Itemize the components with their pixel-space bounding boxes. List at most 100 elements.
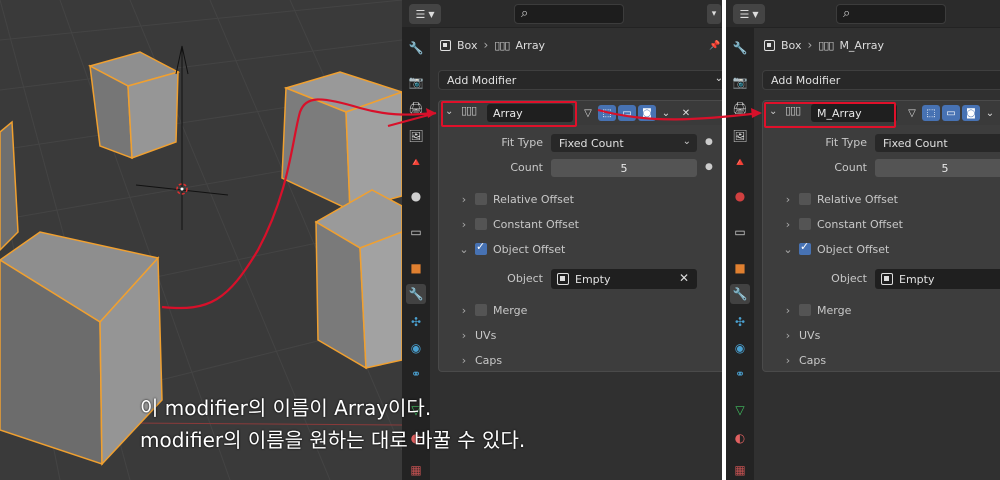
output-icon[interactable]: 🖨 xyxy=(730,98,750,118)
constant-offset-subpanel[interactable]: › Constant Offset xyxy=(783,214,903,234)
texture-icon[interactable]: ▦ xyxy=(730,460,750,480)
object-offset-checkbox[interactable] xyxy=(475,240,487,255)
scene-icon[interactable]: 🔺 xyxy=(406,152,426,172)
object-icon[interactable]: ■ xyxy=(406,258,426,278)
clear-icon[interactable]: ✕ xyxy=(679,271,689,285)
uvs-label: UVs xyxy=(799,328,821,342)
chevron-right-icon: › xyxy=(461,353,467,367)
physics-icon[interactable]: ◉ xyxy=(730,338,750,358)
breadcrumb-object: Box xyxy=(781,38,802,52)
keyframe-dot-icon[interactable]: ● xyxy=(705,162,713,172)
merge-subpanel[interactable]: › Merge xyxy=(783,300,852,320)
object-value: Empty xyxy=(575,272,611,286)
editor-type-button[interactable]: ☰ ▼ xyxy=(409,4,441,24)
edit-mode-toggle[interactable]: ⬚ xyxy=(922,105,940,121)
constant-offset-checkbox[interactable] xyxy=(475,218,487,230)
tool-icon[interactable]: 🔧 xyxy=(730,38,750,58)
object-label: Object xyxy=(831,272,867,285)
object-icon[interactable]: ■ xyxy=(730,258,750,278)
output-icon[interactable]: 🖨 xyxy=(406,98,426,118)
relative-offset-checkbox[interactable] xyxy=(475,193,487,205)
object-offset-checkbox[interactable] xyxy=(799,240,811,255)
cube-mesh[interactable] xyxy=(314,189,402,370)
keyframe-dot-icon[interactable]: ● xyxy=(705,137,713,147)
constraints-icon[interactable]: ⚭ xyxy=(730,364,750,384)
relative-offset-checkbox[interactable] xyxy=(799,193,811,205)
relative-offset-subpanel[interactable]: › Relative Offset xyxy=(783,189,898,209)
add-modifier-label: Add Modifier xyxy=(771,73,841,87)
options-dropdown[interactable]: ▾ xyxy=(707,4,721,24)
search-input[interactable]: ⌕ xyxy=(514,4,624,24)
data-icon[interactable]: ▽ xyxy=(730,400,750,420)
object-offset-subpanel[interactable]: ⌄ Object Offset xyxy=(783,239,889,259)
material-icon[interactable]: ◐ xyxy=(730,428,750,448)
count-field[interactable]: 5 xyxy=(875,159,1000,177)
render-icon[interactable]: 📷 xyxy=(406,72,426,92)
view-layer-icon[interactable]: 🖼 xyxy=(730,126,750,146)
properties-editor-icon: ☰ xyxy=(739,7,750,21)
view-layer-icon[interactable]: 🖼 xyxy=(406,126,426,146)
physics-icon[interactable]: ◉ xyxy=(406,338,426,358)
constant-offset-checkbox[interactable] xyxy=(799,218,811,230)
uvs-subpanel[interactable]: › UVs xyxy=(459,325,497,345)
texture-icon[interactable]: ▦ xyxy=(406,460,426,480)
edit-mode-cage-toggle[interactable]: ▽ xyxy=(579,105,597,121)
chevron-down-icon: ⌄ xyxy=(714,73,722,84)
fit-type-label: Fit Type xyxy=(825,136,867,149)
constant-offset-subpanel[interactable]: › Constant Offset xyxy=(459,214,579,234)
tool-icon[interactable]: 🔧 xyxy=(406,38,426,58)
render-toggle[interactable]: ◙ xyxy=(638,105,656,121)
add-modifier-button[interactable]: Add Modifier xyxy=(762,70,1000,90)
cube-mesh[interactable] xyxy=(0,231,163,466)
relative-offset-subpanel[interactable]: › Relative Offset xyxy=(459,189,574,209)
edit-mode-toggle[interactable]: ⬚ xyxy=(598,105,616,121)
caps-subpanel[interactable]: › Caps xyxy=(783,350,826,370)
render-toggle[interactable]: ◙ xyxy=(962,105,980,121)
modifier-wrench-icon[interactable]: 🔧 xyxy=(730,284,750,304)
modifier-menu-chevron-icon[interactable]: ⌄ xyxy=(981,105,999,121)
caps-subpanel[interactable]: › Caps xyxy=(459,350,502,370)
cube-mesh[interactable] xyxy=(0,120,19,252)
merge-subpanel[interactable]: › Merge xyxy=(459,300,528,320)
header-bar: ☰ ▼ ⌕ ▾ xyxy=(402,0,722,28)
collection-icon[interactable]: ▭ xyxy=(730,222,750,242)
world-icon[interactable]: ● xyxy=(730,186,750,206)
merge-checkbox[interactable] xyxy=(799,304,811,316)
modifier-wrench-icon[interactable]: 🔧 xyxy=(406,284,426,304)
world-icon[interactable]: ● xyxy=(406,186,426,206)
object-label: Object xyxy=(507,272,543,285)
particles-icon[interactable]: ✣ xyxy=(730,312,750,332)
fit-type-dropdown[interactable]: Fixed Count xyxy=(875,134,1000,152)
edit-mode-cage-toggle[interactable]: ▽ xyxy=(903,105,921,121)
remove-modifier-icon[interactable]: ✕ xyxy=(677,105,695,121)
cube-mesh[interactable] xyxy=(281,71,402,212)
add-modifier-button[interactable]: Add Modifier ⌄ xyxy=(438,70,722,90)
highlight-box-left xyxy=(441,101,577,127)
search-input[interactable]: ⌕ xyxy=(836,4,946,24)
collection-icon[interactable]: ▭ xyxy=(406,222,426,242)
pin-icon[interactable]: 📌 xyxy=(708,36,722,56)
editor-type-button[interactable]: ☰ ▼ xyxy=(733,4,765,24)
particles-icon[interactable]: ✣ xyxy=(406,312,426,332)
object-offset-label: Object Offset xyxy=(817,242,890,256)
caps-label: Caps xyxy=(799,353,827,367)
count-label: Count xyxy=(510,161,543,174)
object-field[interactable]: Empty xyxy=(875,269,1000,289)
viewport-display-toggle[interactable]: ▭ xyxy=(942,105,960,121)
uvs-subpanel[interactable]: › UVs xyxy=(783,325,821,345)
breadcrumb: Box › ▯▯▯ Array xyxy=(440,36,545,54)
merge-checkbox[interactable] xyxy=(475,304,487,316)
properties-tabs: 🔧 📷 🖨 🖼 🔺 ● ▭ ■ 🔧 ✣ ◉ ⚭ ▽ ◐ ▦ xyxy=(726,28,754,480)
fit-type-dropdown[interactable]: Fixed Count ⌄ xyxy=(551,134,697,152)
array-modifier-panel: ⌄ ▯▯▯ M_Array ▽ ⬚ ▭ ◙ ⌄ Fit Type Fixed C… xyxy=(762,100,1000,372)
modifier-menu-chevron-icon[interactable]: ⌄ xyxy=(657,105,675,121)
scene-icon[interactable]: 🔺 xyxy=(730,152,750,172)
cube-mesh[interactable] xyxy=(87,51,181,160)
object-field[interactable]: Empty ✕ xyxy=(551,269,697,289)
constraints-icon[interactable]: ⚭ xyxy=(406,364,426,384)
relative-offset-label: Relative Offset xyxy=(493,192,574,206)
object-offset-subpanel[interactable]: ⌄ Object Offset xyxy=(459,239,565,259)
count-field[interactable]: 5 xyxy=(551,159,697,177)
render-icon[interactable]: 📷 xyxy=(730,72,750,92)
viewport-display-toggle[interactable]: ▭ xyxy=(618,105,636,121)
